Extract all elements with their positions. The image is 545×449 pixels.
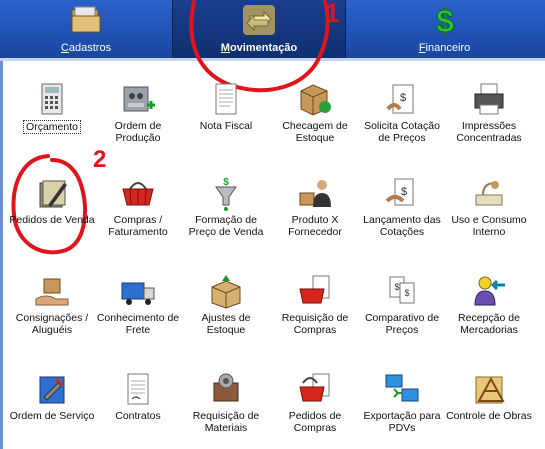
module-contratos[interactable]: Contratos (93, 371, 183, 422)
module-label: Ordem de Serviço (9, 410, 95, 422)
module-ordem-de-servico[interactable]: Ordem de Serviço (7, 371, 97, 422)
folder-icon (71, 6, 101, 33)
calculator-icon (41, 83, 63, 115)
tab-label: Movimentação (220, 42, 298, 54)
module-label: Formação de Preço de Venda (188, 214, 264, 238)
module-consignacoes-alugueis[interactable]: Consignações / Aluguéis (7, 273, 97, 336)
module-label: Produto X Fornecedor (288, 214, 342, 238)
module-nota-fiscal[interactable]: Nota Fiscal (181, 81, 271, 132)
tab-label: Cadastros (60, 42, 112, 54)
module-label: Checagem de Estoque (282, 120, 348, 144)
module-recepcao-de-mercadorias[interactable]: Recepção de Mercadorias (444, 273, 534, 336)
tab-label: Financeiro (418, 42, 471, 54)
price-quote-icon: $ (386, 84, 414, 114)
module-label: Recepção de Mercadorias (458, 312, 520, 336)
tab-movimentacao[interactable]: Movimentação (172, 0, 346, 58)
purchase-order-icon (299, 373, 330, 402)
module-pedidos-de-venda[interactable]: Pedidos de Venda (7, 175, 97, 226)
module-tab-bar: Cadastros Movimentação $ Financeiro (0, 0, 545, 58)
tab-cadastros[interactable]: Cadastros (0, 0, 172, 58)
module-label: Orçamento (23, 120, 81, 134)
module-label: Pedidos de Compras (288, 410, 342, 434)
module-exportacao-para-pdvs[interactable]: Exportação para PDVs (357, 371, 447, 434)
svg-text:$: $ (394, 282, 399, 292)
module-label: Conhecimento de Frete (96, 312, 180, 336)
module-label: Nota Fiscal (199, 120, 253, 132)
invoice-icon (215, 83, 237, 115)
purchase-request-icon (299, 275, 330, 304)
contract-icon (127, 373, 149, 405)
internal-consumption-icon (475, 181, 503, 206)
module-label: Requisição de Materiais (192, 410, 260, 434)
box-adjust-icon (211, 275, 241, 309)
svg-text:$: $ (400, 92, 406, 104)
module-formacao-de-preco[interactable]: $ Formação de Preço de Venda (181, 175, 271, 238)
exchange-arrows-icon (243, 5, 275, 35)
notebook-pen-icon (39, 180, 67, 208)
module-checagem-de-estoque[interactable]: Checagem de Estoque (270, 81, 360, 144)
module-label: Impressões Concentradas (456, 120, 522, 144)
materials-request-icon (213, 373, 239, 402)
service-order-icon (39, 376, 65, 404)
module-ordem-de-producao[interactable]: Ordem de Produção (93, 81, 183, 144)
module-requisicao-de-compras[interactable]: Requisição de Compras (270, 273, 360, 336)
module-requisicao-de-materiais[interactable]: Requisição de Materiais (181, 371, 271, 434)
module-label: Ordem de Produção (114, 120, 162, 144)
module-label: Comparativo de Preços (364, 312, 440, 336)
module-produto-x-fornecedor[interactable]: Produto X Fornecedor (270, 175, 360, 238)
goods-reception-icon (474, 276, 505, 306)
printer-icon (474, 83, 504, 115)
module-lancamento-cotacoes[interactable]: $ Lançamento das Cotações (357, 175, 447, 238)
supplier-person-icon (299, 180, 331, 207)
module-ajustes-de-estoque[interactable]: Ajustes de Estoque (181, 273, 271, 336)
module-label: Consignações / Aluguéis (15, 312, 89, 336)
module-impressoes-concentradas[interactable]: Impressões Concentradas (444, 81, 534, 144)
svg-text:$: $ (401, 186, 407, 198)
module-orcamento[interactable]: Orçamento (7, 81, 97, 135)
box-check-icon (300, 84, 331, 116)
svg-text:$: $ (223, 177, 229, 188)
module-label: Requisição de Compras (281, 312, 349, 336)
module-label: Compras / Faturamento (108, 214, 168, 238)
module-label: Ajustes de Estoque (201, 312, 251, 336)
module-label: Exportação para PDVs (363, 410, 441, 434)
shopping-basket-icon (122, 182, 154, 206)
module-label: Controle de Obras (446, 410, 532, 422)
production-machine-icon (123, 86, 155, 112)
svg-text:$: $ (404, 288, 409, 298)
funnel-dollar-icon: $ (215, 177, 237, 211)
dollar-icon: $ (435, 4, 454, 36)
pdv-export-icon (385, 374, 419, 402)
price-compare-icon: $$ (389, 276, 415, 304)
module-label: Lançamento das Cotações (363, 214, 441, 238)
construction-icon (475, 376, 505, 404)
module-grid: Orçamento Ordem de Produção Nota Fiscal … (0, 61, 545, 449)
module-controle-de-obras[interactable]: Controle de Obras (444, 371, 534, 422)
module-conhecimento-de-frete[interactable]: Conhecimento de Frete (93, 273, 183, 336)
module-comparativo-de-precos[interactable]: $ $ Comparativo de Preços (357, 273, 447, 336)
module-label: Pedidos de Venda (9, 214, 95, 226)
module-uso-e-consumo[interactable]: Uso e Consumo Interno (444, 175, 534, 238)
module-solicita-cotacao[interactable]: $ Solicita Cotação de Preços (357, 81, 447, 144)
hand-box-icon (35, 278, 69, 306)
quote-entry-icon: $ (385, 178, 414, 206)
svg-text:$: $ (436, 4, 454, 36)
module-compras-faturamento[interactable]: Compras / Faturamento (93, 175, 183, 238)
module-label: Uso e Consumo Interno (451, 214, 527, 238)
module-pedidos-de-compras[interactable]: Pedidos de Compras (270, 371, 360, 434)
module-label: Contratos (115, 410, 161, 422)
truck-icon (121, 282, 155, 305)
tab-financeiro[interactable]: $ Financeiro (344, 0, 545, 58)
module-label: Solicita Cotação de Preços (364, 120, 440, 144)
